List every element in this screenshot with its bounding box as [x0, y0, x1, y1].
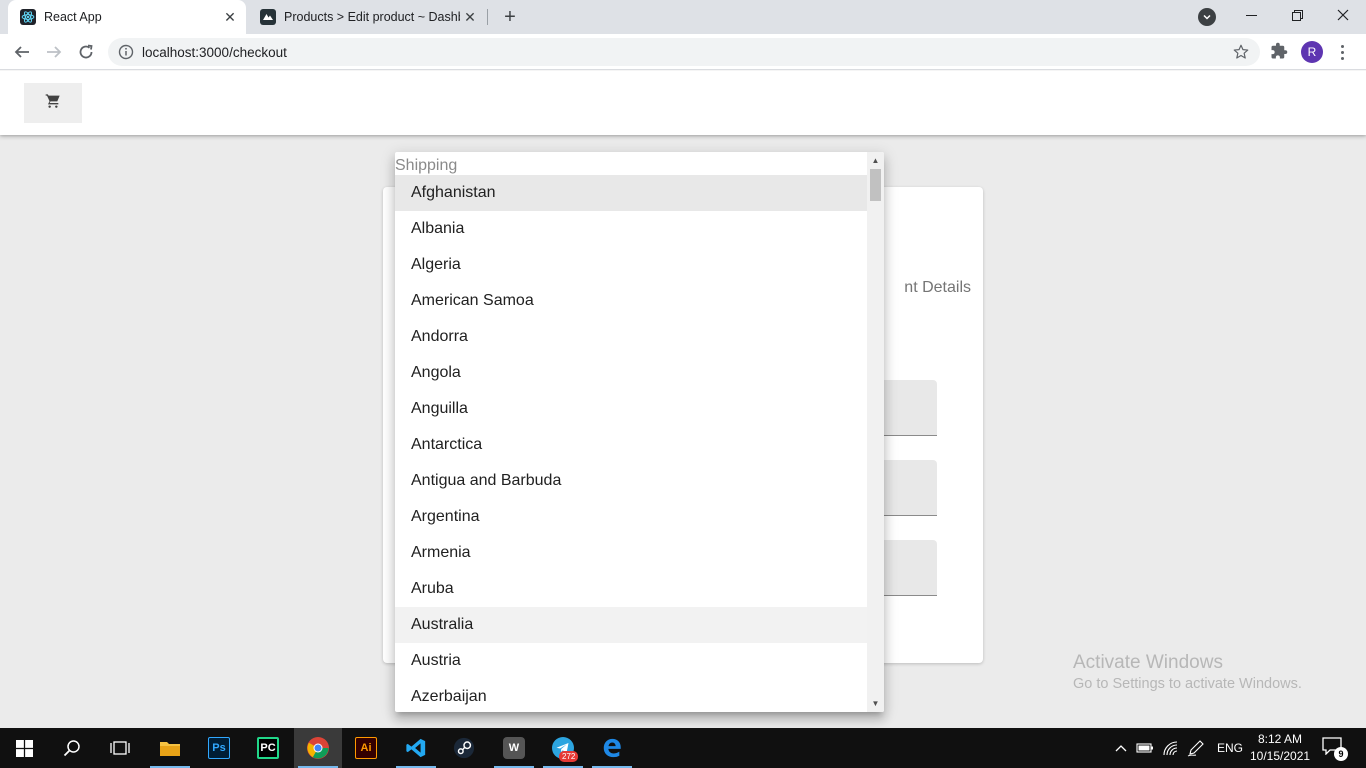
- vscode-icon[interactable]: [392, 728, 440, 768]
- address-bar[interactable]: localhost:3000/checkout: [108, 38, 1260, 66]
- shopping-cart-icon: [45, 93, 61, 114]
- country-option[interactable]: Austria: [395, 643, 867, 679]
- cart-button[interactable]: [24, 83, 82, 123]
- extensions-puzzle-icon[interactable]: [1270, 42, 1288, 60]
- tab-title: React App: [44, 10, 102, 24]
- photoshop-icon[interactable]: Ps: [195, 728, 243, 768]
- browser-tab-bar: React App ✕ Products > Edit product ~ Da…: [0, 0, 1366, 34]
- edge-icon[interactable]: [588, 728, 636, 768]
- react-favicon-icon: [20, 9, 36, 25]
- battery-icon[interactable]: [1135, 728, 1155, 768]
- windows-taskbar: Ps PC Ai W ENG 8:12 AM 10/15/2021 9: [0, 728, 1366, 768]
- country-option[interactable]: Antigua and Barbuda: [395, 463, 867, 499]
- url-text: localhost:3000/checkout: [142, 45, 287, 60]
- tab-title: Products > Edit product ~ Dashb: [284, 10, 460, 24]
- tab-separator: [487, 9, 488, 25]
- wampserver-icon[interactable]: W: [490, 728, 538, 768]
- bookmark-star-icon[interactable]: [1232, 43, 1250, 61]
- profile-avatar[interactable]: R: [1301, 41, 1323, 63]
- watermark-title: Activate Windows: [1073, 652, 1223, 673]
- forward-arrow-icon[interactable]: [41, 39, 67, 65]
- wifi-icon[interactable]: [1160, 728, 1180, 768]
- country-select-menu: Shipping Afghanistan Albania Algeria Ame…: [395, 152, 884, 712]
- clock-time: 8:12 AM: [1257, 732, 1303, 746]
- country-option[interactable]: Afghanistan: [395, 175, 867, 211]
- country-option[interactable]: Angola: [395, 355, 867, 391]
- scroll-thumb[interactable]: [870, 169, 881, 201]
- country-option-selected[interactable]: Australia: [395, 607, 867, 643]
- language-indicator[interactable]: ENG: [1214, 728, 1246, 768]
- country-option[interactable]: Antarctica: [395, 427, 867, 463]
- country-option[interactable]: Azerbaijan: [395, 679, 867, 712]
- watermark-subtitle: Go to Settings to activate Windows.: [1073, 676, 1302, 692]
- clock-date: 10/15/2021: [1250, 749, 1311, 763]
- country-option[interactable]: Andorra: [395, 319, 867, 355]
- country-option[interactable]: Aruba: [395, 571, 867, 607]
- country-option[interactable]: Anguilla: [395, 391, 867, 427]
- tab-close-icon[interactable]: ✕: [220, 7, 240, 27]
- chrome-icon[interactable]: [294, 728, 342, 768]
- country-option-list: Afghanistan Albania Algeria American Sam…: [395, 175, 867, 712]
- activate-windows-watermark: Activate Windows Go to Settings to activ…: [1073, 652, 1302, 692]
- close-window-icon[interactable]: [1320, 0, 1366, 30]
- country-option[interactable]: Armenia: [395, 535, 867, 571]
- country-option[interactable]: Algeria: [395, 247, 867, 283]
- steam-icon[interactable]: [440, 728, 488, 768]
- country-option[interactable]: American Samoa: [395, 283, 867, 319]
- country-option[interactable]: Albania: [395, 211, 867, 247]
- dashboard-favicon-icon: [260, 9, 276, 25]
- windows-start-icon[interactable]: [0, 728, 48, 768]
- app-bar: [0, 71, 1366, 135]
- search-icon[interactable]: [48, 728, 96, 768]
- task-view-icon[interactable]: [96, 728, 144, 768]
- file-explorer-icon[interactable]: [146, 728, 194, 768]
- browser-toolbar: localhost:3000/checkout: [0, 34, 1366, 70]
- tab-edit-product[interactable]: Products > Edit product ~ Dashb ✕: [248, 0, 486, 34]
- telegram-icon[interactable]: [539, 728, 587, 768]
- back-arrow-icon[interactable]: [9, 39, 35, 65]
- country-option[interactable]: Argentina: [395, 499, 867, 535]
- browser-menu-icon[interactable]: [1337, 40, 1347, 64]
- menu-header: Shipping: [395, 157, 458, 174]
- scroll-down-arrow-icon[interactable]: ▼: [867, 695, 884, 712]
- restore-icon[interactable]: [1274, 0, 1320, 30]
- reload-icon[interactable]: [73, 39, 99, 65]
- taskbar-clock[interactable]: 8:12 AM 10/15/2021: [1250, 731, 1310, 765]
- scroll-up-arrow-icon[interactable]: ▲: [867, 152, 884, 169]
- tab-close-icon[interactable]: ✕: [460, 7, 480, 27]
- notification-count-badge: 9: [1334, 747, 1348, 761]
- minimize-icon[interactable]: [1228, 0, 1274, 30]
- telegram-unread-badge: 272: [559, 751, 579, 762]
- menu-scrollbar[interactable]: ▲ ▼: [867, 152, 884, 712]
- info-icon[interactable]: [118, 44, 134, 60]
- pycharm-icon[interactable]: PC: [244, 728, 292, 768]
- show-hidden-icons-chevron-icon[interactable]: [1112, 728, 1130, 768]
- tab-react-app[interactable]: React App ✕: [8, 0, 246, 34]
- illustrator-icon[interactable]: Ai: [342, 728, 390, 768]
- new-tab-icon[interactable]: +: [498, 5, 522, 29]
- pen-workspace-icon[interactable]: [1186, 728, 1206, 768]
- tab-search-icon[interactable]: [1198, 8, 1216, 26]
